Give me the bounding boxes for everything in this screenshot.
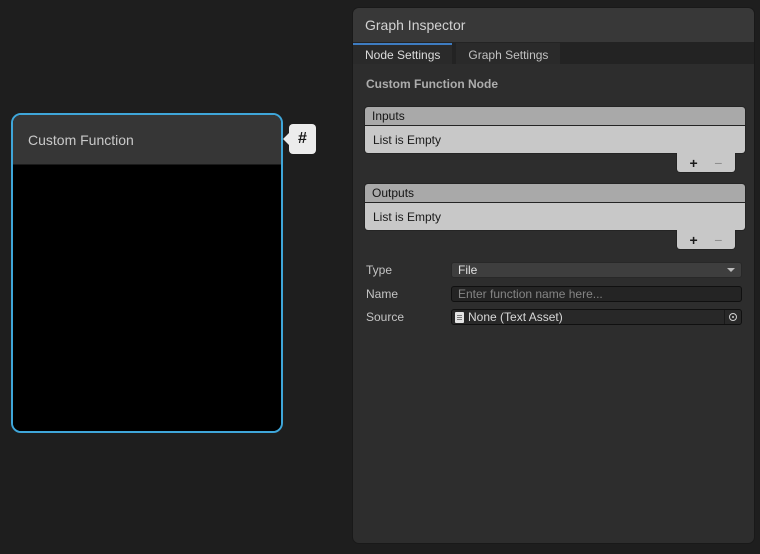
type-label: Type: [366, 263, 451, 277]
hash-icon: #: [298, 130, 307, 148]
outputs-header-label: Outputs: [372, 186, 414, 200]
tab-node-settings[interactable]: Node Settings: [353, 43, 452, 64]
inputs-list: Inputs List is Empty + −: [365, 107, 745, 172]
outputs-remove-button[interactable]: −: [710, 233, 726, 247]
source-object-value: None (Text Asset): [468, 310, 563, 324]
outputs-empty-label: List is Empty: [373, 210, 441, 224]
source-label: Source: [366, 310, 451, 324]
inputs-header-label: Inputs: [372, 109, 405, 123]
outputs-list: Outputs List is Empty + −: [365, 184, 745, 249]
chevron-down-icon: [727, 268, 735, 272]
tab-graph-settings-label: Graph Settings: [468, 48, 548, 62]
inspector-header: Graph Inspector: [353, 8, 754, 43]
type-dropdown-value: File: [458, 263, 477, 277]
type-row: Type File: [366, 262, 742, 278]
graph-inspector-panel: Graph Inspector Node Settings Graph Sett…: [353, 8, 754, 543]
outputs-list-header: Outputs: [365, 184, 745, 202]
text-asset-icon: [455, 312, 464, 323]
graph-canvas[interactable]: Custom Function # Graph Inspector Node S…: [0, 0, 760, 554]
tab-graph-settings[interactable]: Graph Settings: [456, 43, 560, 64]
inputs-add-button[interactable]: +: [686, 156, 702, 170]
inputs-list-footer: + −: [677, 153, 735, 172]
section-heading: Custom Function Node: [366, 77, 498, 91]
custom-function-node[interactable]: Custom Function: [11, 113, 283, 433]
node-title-label: Custom Function: [28, 132, 134, 148]
inputs-list-empty-row: List is Empty: [365, 126, 745, 153]
object-picker-icon: [729, 313, 737, 321]
inputs-remove-button[interactable]: −: [710, 156, 726, 170]
type-dropdown[interactable]: File: [451, 262, 742, 278]
source-row: Source None (Text Asset): [366, 309, 742, 325]
inputs-list-header: Inputs: [365, 107, 745, 125]
tab-node-settings-label: Node Settings: [365, 48, 440, 62]
outputs-list-footer: + −: [677, 230, 735, 249]
outputs-add-button[interactable]: +: [686, 233, 702, 247]
function-name-input[interactable]: [451, 286, 742, 302]
inputs-empty-label: List is Empty: [373, 133, 441, 147]
object-picker-button[interactable]: [724, 310, 741, 324]
source-object-field[interactable]: None (Text Asset): [451, 309, 742, 325]
outputs-list-empty-row: List is Empty: [365, 203, 745, 230]
inspector-tabbar: Node Settings Graph Settings: [353, 43, 754, 64]
node-title-bar[interactable]: Custom Function: [13, 115, 281, 165]
inspector-title: Graph Inspector: [365, 17, 465, 33]
name-row: Name: [366, 286, 742, 302]
hash-code-badge[interactable]: #: [289, 124, 316, 154]
name-label: Name: [366, 287, 451, 301]
node-preview-area: [13, 166, 281, 431]
